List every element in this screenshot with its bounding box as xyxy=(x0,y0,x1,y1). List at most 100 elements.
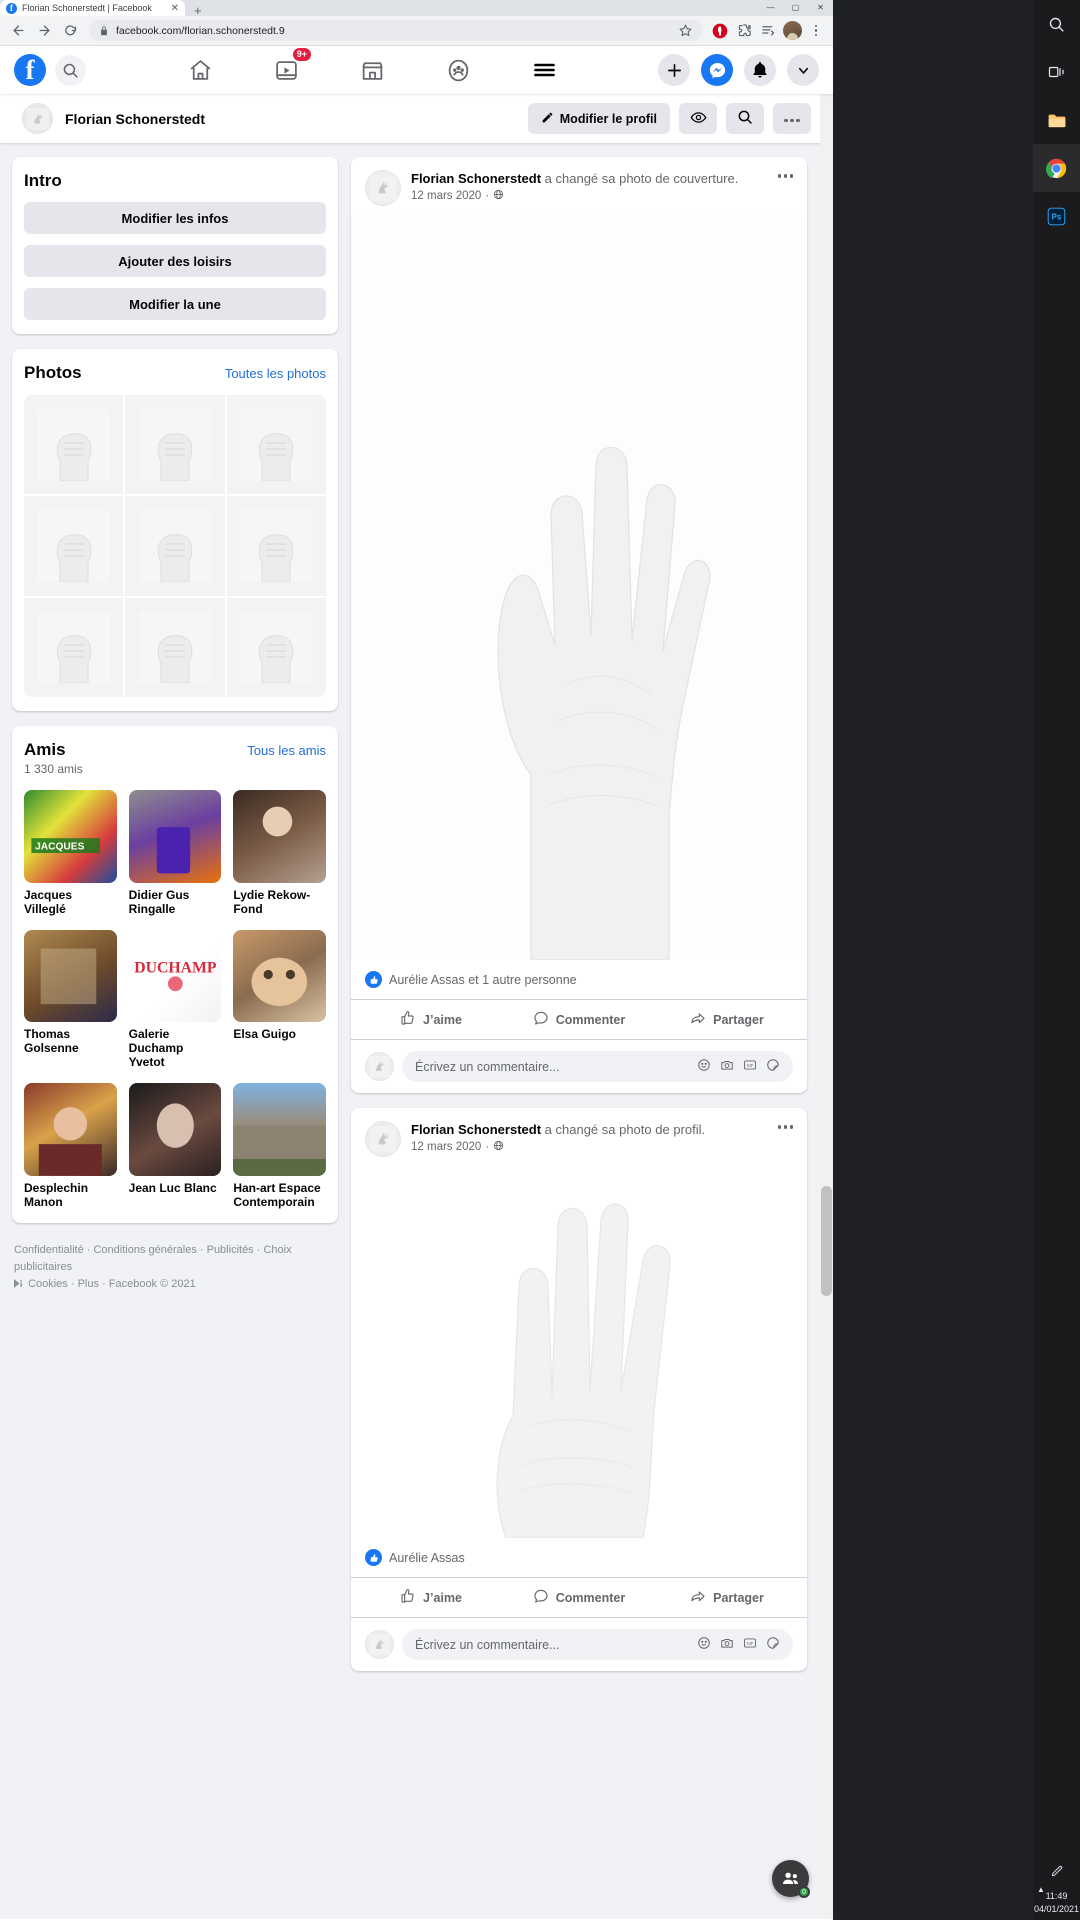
gif-icon[interactable]: GIF xyxy=(743,1636,757,1653)
post-reactions[interactable]: Aurélie Assas et 1 autre personne xyxy=(351,960,807,1000)
sticker-icon[interactable] xyxy=(766,1058,780,1075)
emoji-icon[interactable] xyxy=(697,1636,711,1653)
marketplace-tab[interactable] xyxy=(353,52,391,88)
photo-thumb[interactable] xyxy=(24,496,124,596)
watch-tab[interactable]: 9+ xyxy=(267,48,311,88)
camera-icon[interactable] xyxy=(720,1058,734,1075)
friend-item[interactable]: DUCHAMP Galerie Duchamp Yvetot xyxy=(128,929,222,1069)
page-scrollbar[interactable] xyxy=(820,46,833,1919)
avatar[interactable] xyxy=(22,103,53,134)
like-button[interactable]: J’aime xyxy=(357,1003,505,1036)
task-view-icon[interactable] xyxy=(1033,48,1080,96)
post-image[interactable] xyxy=(351,1166,807,1538)
facebook-logo-icon[interactable]: f xyxy=(14,54,46,86)
stone-building-thumb[interactable] xyxy=(233,1083,326,1177)
chrome-profile-avatar[interactable] xyxy=(781,20,803,42)
file-explorer-icon[interactable] xyxy=(1033,96,1080,144)
friend-name[interactable]: Jacques Villeglé xyxy=(24,888,117,916)
photoshop-taskbar-icon[interactable]: Ps xyxy=(1033,192,1080,240)
share-button[interactable]: Partager xyxy=(653,1003,801,1036)
photo-thumb[interactable] xyxy=(125,597,225,698)
account-menu-button[interactable] xyxy=(787,54,819,86)
friend-name[interactable]: Elsa Guigo xyxy=(233,1027,326,1041)
photo-thumb[interactable] xyxy=(226,597,326,698)
photo-thumb[interactable] xyxy=(24,395,124,495)
friend-item[interactable]: Han-art Espace Contemporain xyxy=(233,1083,326,1209)
add-hobbies-button[interactable]: Ajouter des loisirs xyxy=(24,245,326,277)
friend-name[interactable]: Thomas Golsenne xyxy=(24,1027,117,1055)
scrollbar-thumb[interactable] xyxy=(821,1186,832,1296)
pen-icon[interactable] xyxy=(1033,1864,1080,1878)
man-orange-jacket-thumb[interactable] xyxy=(128,790,222,883)
minimize-button[interactable]: — xyxy=(758,0,783,16)
all-friends-link[interactable]: Tous les amis xyxy=(247,743,326,758)
camera-icon[interactable] xyxy=(720,1636,734,1653)
forward-arrow-icon[interactable] xyxy=(32,19,56,43)
woman-flowers-thumb[interactable] xyxy=(24,1083,117,1177)
friend-name[interactable]: Didier Gus Ringalle xyxy=(129,888,222,916)
reload-icon[interactable] xyxy=(58,19,82,43)
comment-input[interactable]: Écrivez un commentaire... GIF xyxy=(402,1051,793,1082)
new-tab-icon[interactable]: + xyxy=(194,4,202,17)
browser-tab[interactable]: f Florian Schonerstedt | Facebook ✕ xyxy=(0,0,185,16)
create-button[interactable] xyxy=(658,54,690,86)
edit-infos-button[interactable]: Modifier les infos xyxy=(24,202,326,234)
photo-thumb[interactable] xyxy=(24,597,124,698)
sticker-icon[interactable] xyxy=(766,1636,780,1653)
post-date[interactable]: 12 mars 2020 xyxy=(411,190,481,202)
emoji-icon[interactable] xyxy=(697,1058,711,1075)
reading-list-icon[interactable] xyxy=(757,20,779,42)
all-photos-link[interactable]: Toutes les photos xyxy=(225,366,326,381)
photo-thumb[interactable] xyxy=(226,395,326,495)
chrome-taskbar-icon[interactable] xyxy=(1033,144,1080,192)
star-icon[interactable] xyxy=(679,24,692,37)
friend-item[interactable]: Elsa Guigo xyxy=(233,929,326,1070)
friend-item[interactable]: Desplechin Manon xyxy=(24,1083,117,1209)
logo-duchamp-thumb[interactable]: DUCHAMP xyxy=(128,929,222,1023)
post-image[interactable] xyxy=(351,215,807,960)
avatar[interactable] xyxy=(365,1121,401,1157)
opera-vpn-icon[interactable] xyxy=(709,20,731,42)
friend-name[interactable]: Lydie Rekow-Fond xyxy=(233,888,326,916)
messenger-button[interactable] xyxy=(701,54,733,86)
edit-profile-button[interactable]: Modifier le profil xyxy=(527,103,670,134)
comment-button[interactable]: Commenter xyxy=(505,1581,653,1614)
search-icon[interactable] xyxy=(55,54,86,86)
puzzle-extension-icon[interactable] xyxy=(733,20,755,42)
profile-more-button[interactable] xyxy=(773,103,811,134)
search-taskbar-icon[interactable] xyxy=(1033,0,1080,48)
friend-name[interactable]: Galerie Duchamp Yvetot xyxy=(129,1027,222,1069)
post-more-button[interactable] xyxy=(777,1121,793,1129)
taskbar-clock[interactable]: 11:49 04/01/2021 xyxy=(1033,1890,1080,1916)
gif-icon[interactable]: GIF xyxy=(743,1058,757,1075)
share-button[interactable]: Partager xyxy=(653,1581,801,1614)
back-arrow-icon[interactable] xyxy=(6,19,30,43)
woman-library-thumb[interactable] xyxy=(233,790,326,883)
photo-thumb[interactable] xyxy=(125,496,225,596)
friend-item[interactable]: Didier Gus Ringalle xyxy=(128,790,222,916)
friend-item[interactable]: JACQUES Jacques Villeglé xyxy=(24,790,117,916)
friend-item[interactable]: Jean Luc Blanc xyxy=(128,1083,222,1209)
photo-thumb[interactable] xyxy=(226,496,326,596)
post-author[interactable]: Florian Schonerstedt xyxy=(411,171,541,186)
post-reactions[interactable]: Aurélie Assas xyxy=(351,1538,807,1578)
photo-thumb[interactable] xyxy=(125,395,225,495)
close-window-button[interactable]: ✕ xyxy=(808,0,833,16)
close-tab-icon[interactable]: ✕ xyxy=(171,3,179,14)
comment-button[interactable]: Commenter xyxy=(505,1003,653,1036)
profile-search-button[interactable] xyxy=(726,103,764,134)
maximize-button[interactable]: ▢ xyxy=(783,0,808,16)
comment-input[interactable]: Écrivez un commentaire... GIF xyxy=(402,1629,793,1660)
messenger-contacts-icon[interactable]: 0 xyxy=(772,1860,810,1898)
avatar[interactable] xyxy=(365,170,401,206)
portrait-dark-thumb[interactable] xyxy=(128,1083,222,1177)
cat-thumb[interactable] xyxy=(233,929,326,1023)
friend-item[interactable]: Thomas Golsenne xyxy=(24,929,117,1070)
edit-featured-button[interactable]: Modifier la une xyxy=(24,288,326,320)
notifications-button[interactable] xyxy=(744,54,776,86)
friend-name[interactable]: Han-art Espace Contemporain xyxy=(233,1181,326,1209)
painting-thumb[interactable] xyxy=(24,929,117,1023)
avatar[interactable] xyxy=(365,1052,394,1081)
footer-line-1[interactable]: Confidentialité · Conditions générales ·… xyxy=(14,1242,336,1276)
groups-tab[interactable] xyxy=(439,52,477,88)
